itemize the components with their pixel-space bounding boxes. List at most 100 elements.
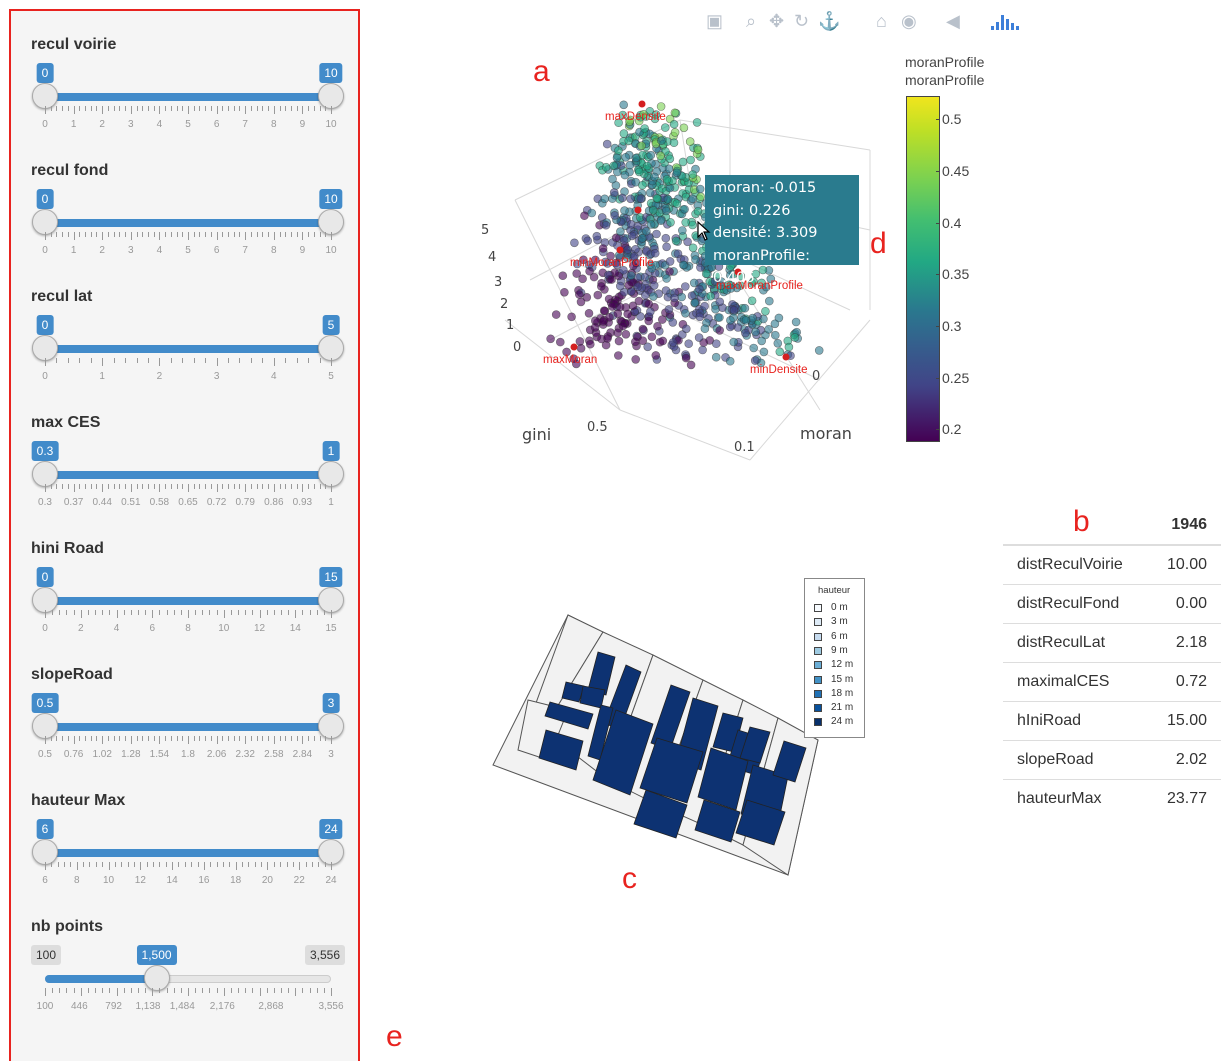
scatter-point[interactable] [623,245,632,254]
scatter-point[interactable] [610,211,619,220]
scatter-point[interactable] [583,236,592,246]
scatter-point[interactable] [558,271,568,280]
scatter-point[interactable] [791,317,801,327]
scatter-point[interactable] [688,194,697,204]
scatter-point[interactable] [688,170,697,179]
scatter-point[interactable] [556,337,565,347]
scatter-point[interactable] [751,327,760,337]
scatter-point[interactable] [764,296,774,306]
scatter-point[interactable] [706,291,715,301]
scatter-point[interactable] [640,124,649,133]
scatter-point[interactable] [621,330,631,339]
scatter-point[interactable] [686,360,696,370]
extreme-point-marker[interactable] [782,353,790,361]
slider-nb-points[interactable]: nb points 100 3,556 1,500 100 446 792 1,138 1,48… [31,918,345,1028]
scatter-point[interactable] [729,305,739,315]
scatter-point[interactable] [620,206,629,215]
scatter-point[interactable] [619,236,629,245]
scatter-point[interactable] [770,319,780,329]
scatter-point[interactable] [662,274,671,283]
plotly-logo-icon[interactable] [991,11,1025,36]
scatter-point[interactable] [741,328,750,338]
scatter-point[interactable] [593,290,603,300]
scatter-point[interactable] [698,345,707,355]
scatter-point[interactable] [700,324,710,333]
scatter-point[interactable] [775,347,785,357]
scatter-point[interactable] [646,307,655,316]
scatter-point[interactable] [650,248,660,258]
scatter-point[interactable] [680,205,689,214]
scatter-point[interactable] [613,328,622,338]
scatter-point[interactable] [694,333,704,342]
orbit-icon[interactable]: ↻ [794,11,809,32]
scatter-point[interactable] [634,167,644,177]
scatter-point[interactable] [608,302,617,311]
scatter-point[interactable] [681,218,690,227]
scatter-point[interactable] [701,269,711,279]
scatter-point[interactable] [770,330,780,340]
scatter-point[interactable] [715,326,724,335]
scatter-point[interactable] [715,313,724,322]
scatter-point[interactable] [638,234,647,243]
scatter-point[interactable] [695,312,705,322]
scatter-point[interactable] [677,292,686,302]
zoom-icon[interactable]: ⌕ [746,11,756,32]
scatter-point[interactable] [586,339,595,349]
scatter-point[interactable] [662,242,671,252]
scatter-point[interactable] [641,290,650,300]
scatter-point[interactable] [790,333,800,342]
scatter-point[interactable] [567,312,576,322]
scatter-point[interactable] [689,278,699,288]
scatter-point[interactable] [631,355,640,364]
scatter-point[interactable] [634,296,644,306]
scatter-point[interactable] [672,168,682,178]
scatter-point[interactable] [741,316,751,325]
scatter-point[interactable] [664,305,674,314]
slider-recul-fond[interactable]: recul fond 0 10 0 1 2 3 4 5 6 7 8 9 10 [31,162,345,272]
scatter-point[interactable] [726,316,735,325]
scatter-point[interactable] [725,356,735,366]
scatter-point[interactable] [638,180,647,190]
scatter-point[interactable] [623,309,632,319]
scatter-point[interactable] [712,339,721,349]
scatter-point[interactable] [661,233,671,243]
scatter-point[interactable] [620,170,630,180]
scatter-point[interactable] [615,302,625,312]
scatter-point[interactable] [681,353,691,363]
scatter-point[interactable] [636,194,646,203]
scatter-point[interactable] [696,192,705,201]
scatter-point[interactable] [613,167,622,177]
scatter-point[interactable] [652,229,661,239]
scatter-point[interactable] [605,313,614,322]
scatter-point[interactable] [711,352,721,362]
camera-video-icon[interactable]: ◉ [901,11,917,32]
scatter-point[interactable] [624,136,633,146]
scatter-point[interactable] [669,138,679,148]
scatter-point[interactable] [658,315,667,324]
scatter-point[interactable] [576,297,586,307]
scatter-point[interactable] [715,297,725,307]
scatter-point[interactable] [673,249,683,258]
scatter-point[interactable] [681,309,690,318]
scatter-point[interactable] [749,343,759,353]
scatter-point[interactable] [693,206,703,216]
scatter-point[interactable] [681,282,690,291]
scatter-point[interactable] [661,123,670,132]
scatter-point[interactable] [764,325,774,334]
scatter-point[interactable] [688,243,698,253]
scatter-point[interactable] [619,100,628,110]
scatter-point[interactable] [652,194,662,203]
scatter-point[interactable] [784,342,794,352]
scatter-point[interactable] [678,226,687,235]
scatter-point[interactable] [671,236,681,246]
scatter-point[interactable] [664,164,674,174]
scatter-point[interactable] [669,119,679,129]
scatter-point[interactable] [662,174,672,184]
scatter-point[interactable] [572,269,581,278]
scatter-point[interactable] [546,334,555,344]
scatter-point[interactable] [645,188,655,198]
scatter-point[interactable] [637,141,646,150]
scatter-point[interactable] [651,351,661,360]
scatter-point[interactable] [692,118,702,127]
scatter-point[interactable] [670,108,680,118]
